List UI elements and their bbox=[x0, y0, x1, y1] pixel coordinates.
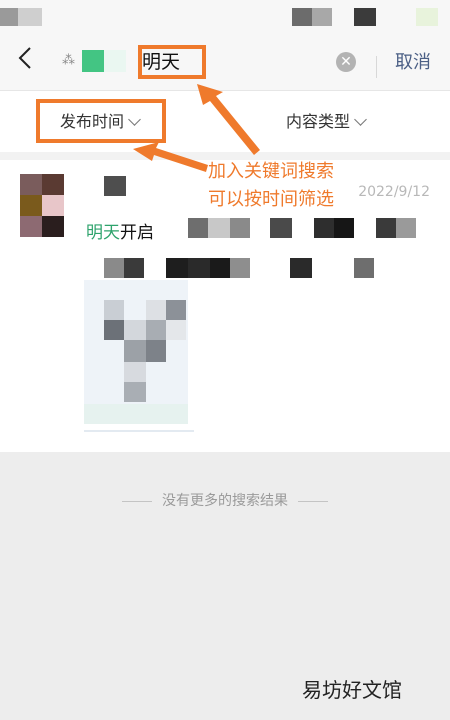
post-date: 2022/9/12 bbox=[358, 184, 430, 200]
back-button[interactable] bbox=[10, 46, 40, 76]
watermark: 易坊好文馆 bbox=[302, 678, 402, 702]
text-mosaic bbox=[334, 218, 354, 238]
text-mosaic bbox=[230, 218, 250, 238]
search-prefix-mosaic bbox=[82, 50, 104, 72]
chevron-left-icon bbox=[18, 47, 31, 69]
keyword-highlight-box bbox=[138, 45, 206, 79]
text-mosaic bbox=[188, 218, 208, 238]
filter-content-type-label: 内容类型 bbox=[286, 112, 351, 131]
text-mosaic bbox=[104, 258, 124, 278]
avatar bbox=[20, 174, 64, 238]
result-thumbnail[interactable] bbox=[84, 280, 188, 424]
text-mosaic bbox=[166, 258, 188, 278]
status-bar bbox=[0, 0, 450, 36]
status-mosaic bbox=[18, 8, 42, 26]
result-text: 开启 bbox=[120, 223, 154, 243]
search-prefix-mosaic bbox=[104, 50, 126, 72]
text-mosaic bbox=[396, 218, 416, 238]
clear-search-icon[interactable]: ✕ bbox=[336, 52, 356, 72]
filter-content-type[interactable]: 内容类型 bbox=[286, 109, 367, 135]
author-name-mosaic bbox=[104, 176, 126, 196]
text-mosaic bbox=[230, 258, 250, 278]
text-mosaic bbox=[314, 218, 334, 238]
search-header: ⁂ 明天 ✕ 取消 bbox=[0, 36, 450, 90]
text-mosaic bbox=[354, 258, 374, 278]
chevron-down-icon bbox=[354, 113, 367, 126]
status-mosaic bbox=[0, 8, 18, 26]
cancel-button[interactable]: 取消 bbox=[388, 48, 438, 78]
result-content: 明天开启 bbox=[86, 218, 154, 243]
text-mosaic bbox=[124, 258, 144, 278]
status-mosaic bbox=[416, 8, 438, 26]
time-filter-highlight-box bbox=[36, 99, 166, 143]
text-mosaic bbox=[270, 218, 292, 238]
status-mosaic bbox=[312, 8, 332, 26]
highlighted-keyword: 明天 bbox=[86, 223, 120, 243]
status-mosaic bbox=[292, 8, 312, 26]
annotation-line-1: 加入关键词搜索 bbox=[208, 161, 334, 182]
search-input[interactable]: ⁂ 明天 ✕ bbox=[52, 44, 366, 80]
divider-line bbox=[122, 500, 152, 502]
text-mosaic bbox=[290, 258, 312, 278]
header-divider bbox=[376, 56, 377, 78]
annotation-line-2: 可以按时间筛选 bbox=[208, 189, 334, 210]
annotation-text: 加入关键词搜索 可以按时间筛选 bbox=[208, 158, 334, 214]
text-mosaic bbox=[210, 258, 230, 278]
text-mosaic bbox=[376, 218, 396, 238]
divider-line bbox=[298, 500, 328, 502]
no-more-results: 没有更多的搜索结果 bbox=[0, 490, 450, 510]
thumbnail-underline bbox=[84, 430, 194, 432]
status-mosaic bbox=[354, 8, 376, 26]
filter-bar: 发布时间 内容类型 bbox=[0, 90, 450, 152]
text-mosaic bbox=[208, 218, 230, 238]
no-more-results-text: 没有更多的搜索结果 bbox=[162, 493, 288, 509]
search-prefix-mosaic: ⁂ bbox=[62, 53, 75, 68]
text-mosaic bbox=[188, 258, 210, 278]
